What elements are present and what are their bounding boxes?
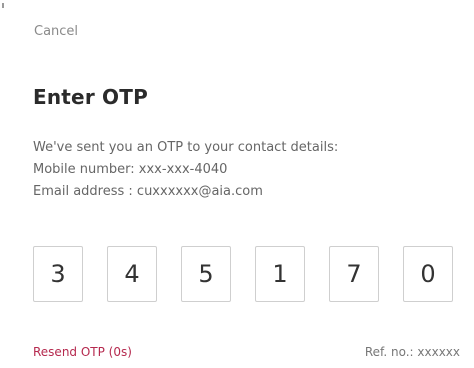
otp-digit-2[interactable] [107,246,157,302]
mobile-number-text: Mobile number: xxx-xxx-4040 [33,162,228,177]
cancel-button[interactable]: Cancel [34,24,78,39]
reference-number: Ref. no.: xxxxxx [364,345,460,359]
otp-digit-1[interactable] [33,246,83,302]
otp-digit-4[interactable] [255,246,305,302]
otp-message-intro: We've sent you an OTP to your contact de… [33,140,339,155]
otp-digit-6[interactable] [403,246,453,302]
otp-digit-5[interactable] [329,246,379,302]
email-address-text: Email address : cuxxxxxx@aia.com [33,184,263,199]
page-title: Enter OTP [33,85,148,109]
window-edge-mark [2,3,4,8]
otp-digit-3[interactable] [181,246,231,302]
resend-otp-link[interactable]: Resend OTP (0s) [33,345,132,359]
otp-message: We've sent you an OTP to your contact de… [33,137,463,203]
